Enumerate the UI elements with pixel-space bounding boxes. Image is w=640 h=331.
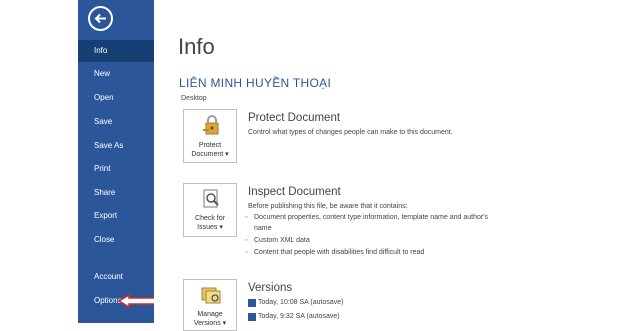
- inspect-document-title: Inspect Document: [248, 186, 341, 198]
- document-location: Desktop: [181, 95, 207, 102]
- protect-document-button[interactable]: Protect Document ▾: [183, 109, 237, 163]
- page-title: Info: [178, 34, 215, 59]
- inspect-tile-label-2: Issues ▾: [197, 224, 223, 231]
- inspect-document-icon: [203, 189, 219, 208]
- versions-tile-label-1: Manage: [197, 311, 223, 318]
- word-document-icon: [248, 299, 256, 307]
- nav-new[interactable]: New: [78, 63, 154, 85]
- document-name: LIÊN MINH HUYỀN THOẠI: [179, 76, 332, 90]
- lock-key-icon: [203, 115, 219, 135]
- left-margin: [0, 0, 78, 323]
- version-item[interactable]: Today, 9:32 SA (autosave): [248, 313, 340, 321]
- version-item-label: Today, 9:32 SA (autosave): [258, 313, 340, 320]
- version-item[interactable]: Today, 10:08 SA (autosave): [248, 299, 344, 307]
- protect-tile-label-2: Document ▾: [191, 151, 229, 158]
- nav-export[interactable]: Export: [78, 205, 154, 227]
- word-document-icon: [248, 313, 256, 321]
- nav-open[interactable]: Open: [78, 87, 154, 109]
- nav-share[interactable]: Share: [78, 182, 154, 204]
- inspect-tile-label-1: Check for: [195, 215, 225, 222]
- back-arrow-icon: [94, 13, 106, 24]
- inspect-bullet: Custom XML data: [245, 237, 310, 244]
- protect-tile-label-1: Protect: [198, 142, 222, 149]
- check-for-issues-button[interactable]: Check for Issues ▾: [183, 183, 237, 237]
- nav-save-as[interactable]: Save As: [78, 135, 154, 157]
- protect-document-title: Protect Document: [248, 112, 341, 124]
- inspect-bullet: Content that people with disabilities fi…: [245, 249, 424, 256]
- version-item-label: Today, 10:08 SA (autosave): [258, 299, 344, 306]
- nav-close[interactable]: Close: [78, 229, 154, 251]
- manage-versions-button[interactable]: Manage Versions ▾: [183, 279, 237, 331]
- inspect-bullet-continuation: name: [254, 225, 272, 232]
- inspect-document-desc: Before publishing this file, be aware th…: [248, 203, 408, 210]
- back-button[interactable]: [88, 6, 113, 31]
- versions-title: Versions: [248, 282, 293, 294]
- nav-save[interactable]: Save: [78, 111, 154, 133]
- versions-tile-label-2: Versions ▾: [193, 320, 227, 327]
- nav-info[interactable]: Info: [78, 40, 154, 62]
- manage-versions-icon: [201, 287, 221, 304]
- inspect-bullet: Document properties, content type inform…: [245, 214, 488, 221]
- protect-document-desc: Control what types of changes people can…: [248, 129, 453, 136]
- nav-print[interactable]: Print: [78, 158, 154, 180]
- nav-account[interactable]: Account: [78, 266, 154, 288]
